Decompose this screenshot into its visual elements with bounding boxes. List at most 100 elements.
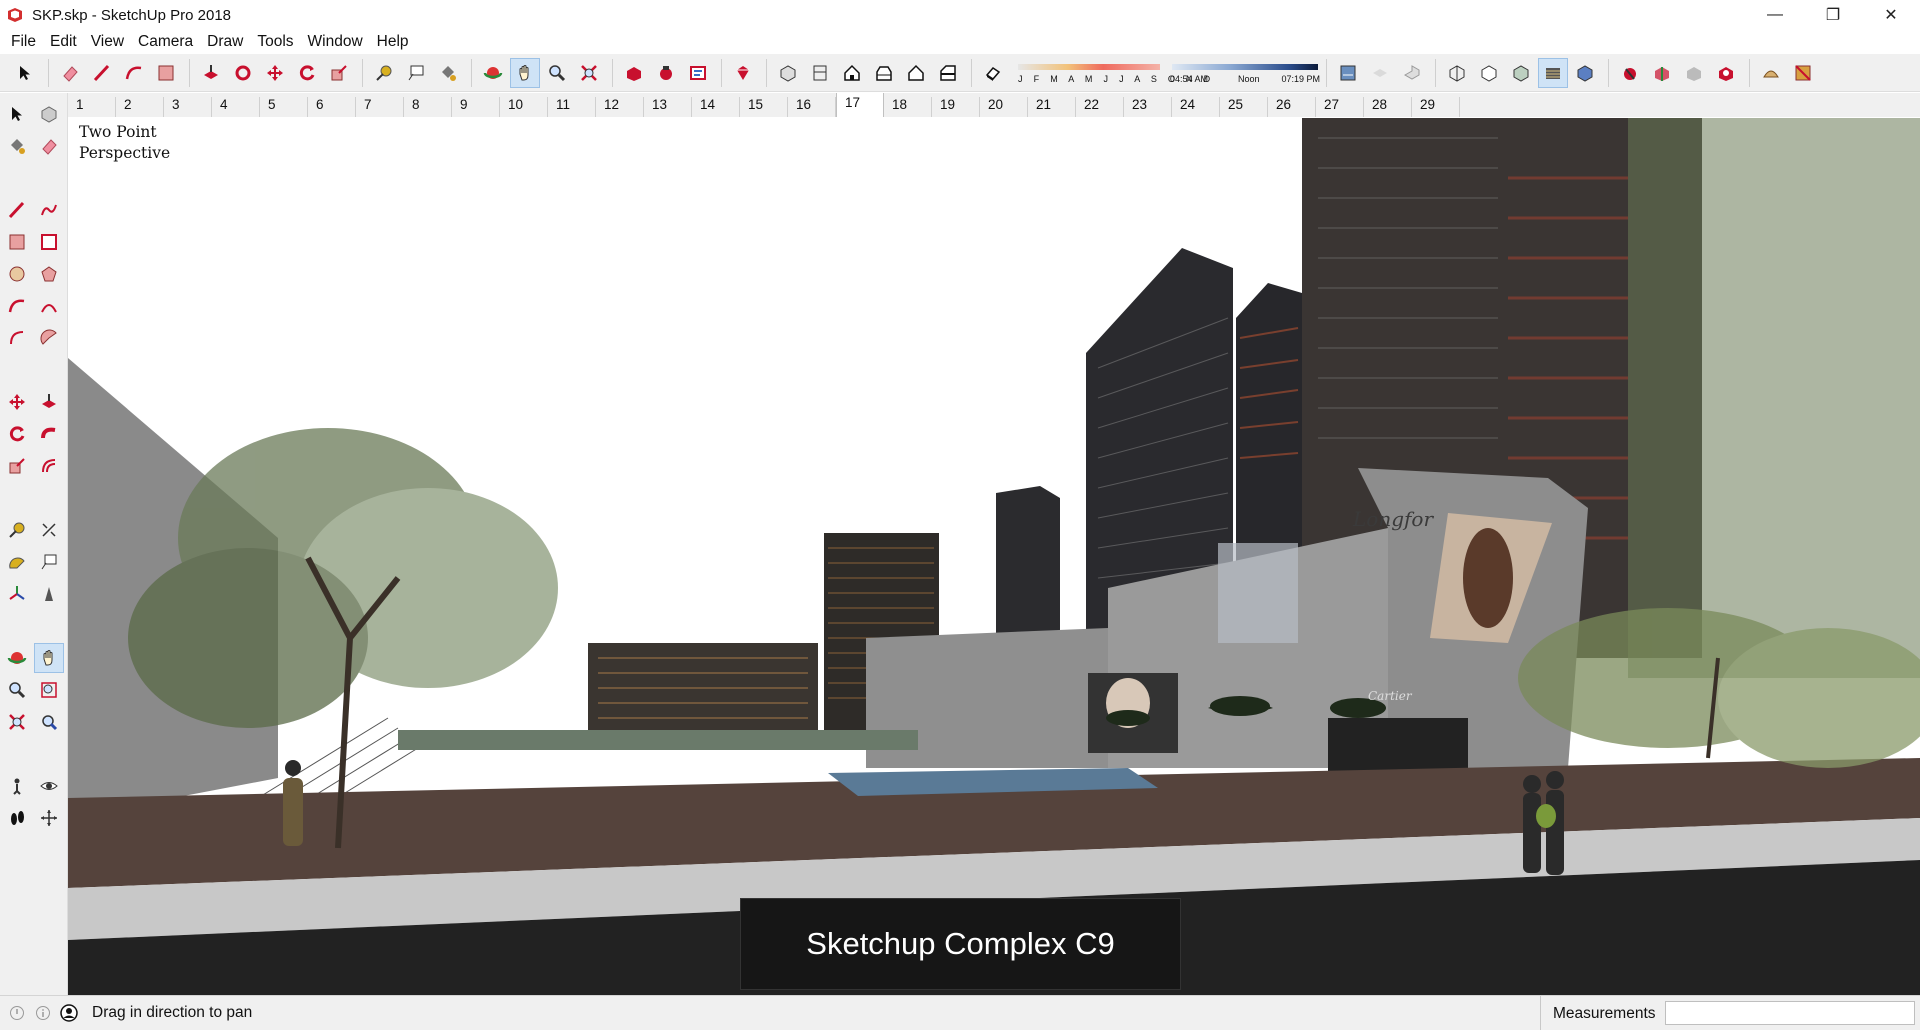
pie-icon[interactable] (2, 323, 32, 353)
paint-bucket-icon[interactable] (433, 58, 463, 88)
scene-tab[interactable]: 8 (404, 97, 452, 117)
select-icon[interactable] (10, 58, 40, 88)
tape-measure-icon[interactable] (2, 515, 32, 545)
xray-icon[interactable] (1365, 58, 1395, 88)
scene-tab[interactable]: 6 (308, 97, 356, 117)
shaded-textures-icon[interactable] (1538, 57, 1568, 88)
warehouse-icon[interactable] (619, 58, 649, 88)
wireframe-icon[interactable] (1442, 58, 1472, 88)
position-camera-icon[interactable] (2, 771, 32, 801)
rotated-rectangle-icon[interactable] (34, 227, 64, 257)
section-fill-icon[interactable] (1679, 58, 1709, 88)
top-view-icon[interactable] (805, 58, 835, 88)
eraser-icon[interactable] (55, 58, 85, 88)
zoom-window-icon[interactable] (34, 675, 64, 705)
shadows-icon[interactable] (978, 58, 1008, 88)
scene-tab[interactable]: 24 (1172, 97, 1220, 117)
line-icon[interactable] (87, 58, 117, 88)
move-icon[interactable] (2, 387, 32, 417)
credits-icon[interactable] (34, 1004, 52, 1022)
scene-tab[interactable]: 5 (260, 97, 308, 117)
previous-view-icon[interactable] (34, 707, 64, 737)
arc-icon[interactable] (119, 58, 149, 88)
zoom-icon[interactable] (2, 675, 32, 705)
section-cuts-icon[interactable] (1647, 58, 1677, 88)
walk-icon[interactable] (2, 803, 32, 833)
scene-tab[interactable]: 13 (644, 97, 692, 117)
rotate-icon[interactable] (2, 419, 32, 449)
scene-tab[interactable]: 3 (164, 97, 212, 117)
shadow-date-slider[interactable]: J F M A M J J A S O N D (1014, 58, 1210, 88)
shadow-time-slider[interactable]: 04:54 AM Noon 07:19 PM (1170, 58, 1320, 88)
push-pull-icon[interactable] (34, 387, 64, 417)
fog-icon[interactable] (1333, 58, 1363, 88)
back-view-icon[interactable] (901, 58, 931, 88)
three-point-arc-icon[interactable] (34, 323, 64, 353)
scene-tab[interactable]: 19 (932, 97, 980, 117)
scene-tab[interactable]: 18 (884, 97, 932, 117)
3d-text-icon[interactable] (34, 579, 64, 609)
scene-tab[interactable]: 10 (500, 97, 548, 117)
menu-window[interactable]: Window (301, 33, 370, 51)
scene-tab[interactable]: 28 (1364, 97, 1412, 117)
component-icon[interactable] (34, 99, 64, 129)
scene-tab[interactable]: 27 (1316, 97, 1364, 117)
scene-tab[interactable]: 2 (116, 97, 164, 117)
right-view-icon[interactable] (869, 58, 899, 88)
scene-tab-selected[interactable]: 17 (836, 93, 884, 117)
user-account-icon[interactable] (60, 1004, 78, 1022)
orbit-icon[interactable] (2, 643, 32, 673)
zoom-extents-icon[interactable] (574, 58, 604, 88)
section-display-icon[interactable] (1711, 58, 1741, 88)
protractor-icon[interactable] (2, 547, 32, 577)
scene-tab[interactable]: 15 (740, 97, 788, 117)
text-icon[interactable] (401, 58, 431, 88)
scene-tab[interactable]: 14 (692, 97, 740, 117)
scene-tab[interactable]: 16 (788, 97, 836, 117)
two-point-arc-icon[interactable] (34, 291, 64, 321)
scene-tab[interactable]: 21 (1028, 97, 1076, 117)
extension-warehouse-icon[interactable] (651, 58, 681, 88)
rectangle-icon[interactable] (2, 227, 32, 257)
axes-icon[interactable] (2, 579, 32, 609)
menu-camera[interactable]: Camera (131, 33, 200, 51)
back-edges-icon[interactable] (1397, 58, 1427, 88)
arc-icon[interactable] (2, 291, 32, 321)
section-plane-icon[interactable] (34, 803, 64, 833)
scene-tab[interactable]: 26 (1268, 97, 1316, 117)
zoom-extents-icon[interactable] (2, 707, 32, 737)
solid-tools-icon[interactable] (1788, 58, 1818, 88)
eraser-icon[interactable] (34, 131, 64, 161)
freehand-icon[interactable] (34, 195, 64, 225)
iso-view-icon[interactable] (773, 58, 803, 88)
circle-icon[interactable] (2, 259, 32, 289)
follow-me-icon[interactable] (34, 419, 64, 449)
move-icon[interactable] (260, 58, 290, 88)
scene-tab[interactable]: 7 (356, 97, 404, 117)
ruby-icon[interactable] (728, 58, 758, 88)
shaded-icon[interactable] (1506, 58, 1536, 88)
zoom-icon[interactable] (542, 58, 572, 88)
scene-tab[interactable]: 29 (1412, 97, 1460, 117)
rectangle-icon[interactable] (151, 58, 181, 88)
close-button[interactable]: ✕ (1862, 0, 1920, 30)
minimize-button[interactable]: — (1746, 0, 1804, 30)
front-view-icon[interactable] (837, 58, 867, 88)
time-slider-track[interactable] (1172, 63, 1318, 70)
model-viewport[interactable]: Longfor Cartier Two Point Perspective Sk… (68, 118, 1920, 995)
maximize-button[interactable]: ❐ (1804, 0, 1862, 30)
select-icon[interactable] (2, 99, 32, 129)
scene-tab[interactable]: 1 (68, 97, 116, 117)
scene-tab[interactable]: 4 (212, 97, 260, 117)
scene-tab[interactable]: 23 (1124, 97, 1172, 117)
left-view-icon[interactable] (933, 58, 963, 88)
rotate-icon[interactable] (292, 58, 322, 88)
scale-icon[interactable] (324, 58, 354, 88)
scene-tab[interactable]: 25 (1220, 97, 1268, 117)
offset-icon[interactable] (34, 451, 64, 481)
menu-view[interactable]: View (84, 33, 131, 51)
dimension-icon[interactable] (34, 515, 64, 545)
geo-location-icon[interactable] (8, 1004, 26, 1022)
look-around-icon[interactable] (34, 771, 64, 801)
line-icon[interactable] (2, 195, 32, 225)
